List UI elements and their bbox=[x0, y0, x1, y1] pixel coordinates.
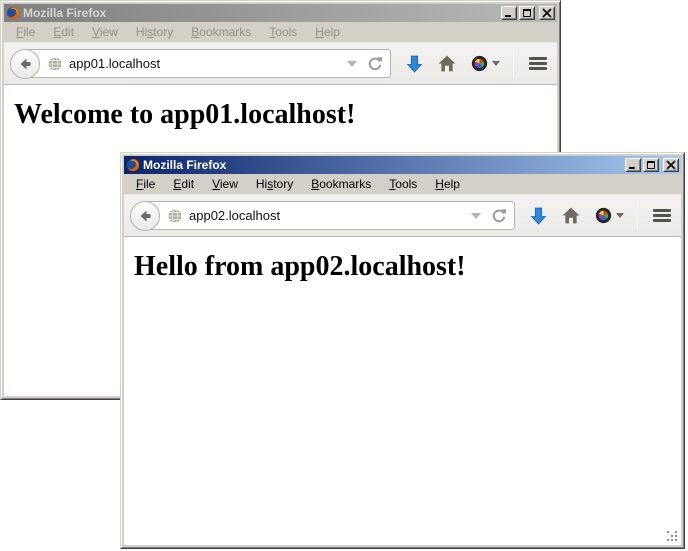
minimize-button[interactable] bbox=[625, 158, 641, 172]
maximize-button[interactable] bbox=[519, 6, 535, 20]
page-heading: Welcome to app01.localhost! bbox=[14, 99, 557, 131]
maximize-icon bbox=[523, 9, 531, 17]
url-text[interactable]: app01.localhost bbox=[69, 56, 347, 71]
hamburger-menu-button[interactable] bbox=[529, 57, 547, 71]
close-button[interactable] bbox=[663, 158, 679, 172]
titlebar[interactable]: Mozilla Firefox bbox=[4, 4, 557, 22]
resize-grip[interactable] bbox=[667, 531, 680, 544]
colorwheel-icon bbox=[595, 207, 612, 224]
menu-bar: File Edit View History Bookmarks Tools H… bbox=[4, 22, 557, 43]
toolbar-separator bbox=[637, 203, 638, 229]
window-controls bbox=[501, 6, 555, 20]
hamburger-icon bbox=[529, 57, 547, 71]
colorwheel-icon bbox=[471, 55, 488, 72]
back-arrow-icon bbox=[17, 56, 33, 72]
toolbar-separator bbox=[513, 51, 514, 77]
back-arrow-icon bbox=[137, 208, 153, 224]
titlebar[interactable]: Mozilla Firefox bbox=[124, 156, 681, 174]
reload-button[interactable] bbox=[491, 208, 507, 224]
chevron-down-icon bbox=[492, 61, 500, 66]
menu-item-history[interactable]: History bbox=[127, 22, 182, 42]
menu-item-help[interactable]: Help bbox=[306, 22, 349, 42]
download-arrow-icon bbox=[406, 55, 423, 73]
minimize-icon bbox=[629, 167, 635, 169]
addon-colorwheel-button[interactable] bbox=[471, 55, 500, 72]
menu-bar: File Edit View History Bookmarks Tools H… bbox=[124, 174, 681, 195]
firefox-logo-icon bbox=[6, 6, 20, 20]
home-icon bbox=[438, 55, 456, 72]
url-history-dropdown-icon[interactable] bbox=[347, 61, 357, 67]
menu-item-bookmarks[interactable]: Bookmarks bbox=[302, 174, 380, 194]
window-title: Mozilla Firefox bbox=[143, 158, 622, 172]
download-button[interactable] bbox=[530, 207, 547, 225]
back-button[interactable] bbox=[130, 201, 160, 231]
close-icon bbox=[666, 160, 676, 170]
menu-item-view[interactable]: View bbox=[203, 174, 247, 194]
navigation-toolbar: app02.localhost bbox=[124, 195, 681, 237]
reload-button[interactable] bbox=[367, 56, 383, 72]
site-identity-globe-icon[interactable] bbox=[167, 208, 183, 224]
url-bar[interactable]: app02.localhost bbox=[144, 201, 515, 230]
minimize-icon bbox=[505, 15, 511, 17]
site-identity-globe-icon[interactable] bbox=[47, 56, 63, 72]
menu-item-help[interactable]: Help bbox=[426, 174, 469, 194]
page-heading: Hello from app02.localhost! bbox=[134, 251, 681, 283]
hamburger-menu-button[interactable] bbox=[653, 209, 671, 223]
close-icon bbox=[542, 8, 552, 18]
menu-item-edit[interactable]: Edit bbox=[44, 22, 83, 42]
reload-icon bbox=[367, 56, 383, 72]
minimize-button[interactable] bbox=[501, 6, 517, 20]
menu-item-tools[interactable]: Tools bbox=[260, 22, 306, 42]
maximize-button[interactable] bbox=[643, 158, 659, 172]
download-button[interactable] bbox=[406, 55, 423, 73]
menu-item-file[interactable]: File bbox=[127, 174, 164, 194]
addon-colorwheel-button[interactable] bbox=[595, 207, 624, 224]
hamburger-icon bbox=[653, 209, 671, 223]
window-controls bbox=[625, 158, 679, 172]
back-button[interactable] bbox=[10, 49, 40, 79]
menu-item-tools[interactable]: Tools bbox=[380, 174, 426, 194]
reload-icon bbox=[491, 208, 507, 224]
firefox-window-app02: Mozilla Firefox File Edit View History B… bbox=[120, 152, 685, 549]
window-title: Mozilla Firefox bbox=[23, 6, 498, 20]
chevron-down-icon bbox=[616, 213, 624, 218]
menu-item-edit[interactable]: Edit bbox=[164, 174, 203, 194]
url-history-dropdown-icon[interactable] bbox=[471, 213, 481, 219]
menu-item-history[interactable]: History bbox=[247, 174, 302, 194]
navigation-toolbar: app01.localhost bbox=[4, 43, 557, 85]
menu-item-file[interactable]: File bbox=[7, 22, 44, 42]
home-icon bbox=[562, 207, 580, 224]
page-content-app02: Hello from app02.localhost! bbox=[124, 237, 681, 545]
url-text[interactable]: app02.localhost bbox=[189, 208, 471, 223]
url-bar[interactable]: app01.localhost bbox=[24, 49, 391, 78]
menu-item-bookmarks[interactable]: Bookmarks bbox=[182, 22, 260, 42]
maximize-icon bbox=[647, 161, 655, 169]
download-arrow-icon bbox=[530, 207, 547, 225]
close-button[interactable] bbox=[539, 6, 555, 20]
menu-item-view[interactable]: View bbox=[83, 22, 127, 42]
home-button[interactable] bbox=[438, 55, 456, 72]
firefox-logo-icon bbox=[126, 158, 140, 172]
home-button[interactable] bbox=[562, 207, 580, 224]
